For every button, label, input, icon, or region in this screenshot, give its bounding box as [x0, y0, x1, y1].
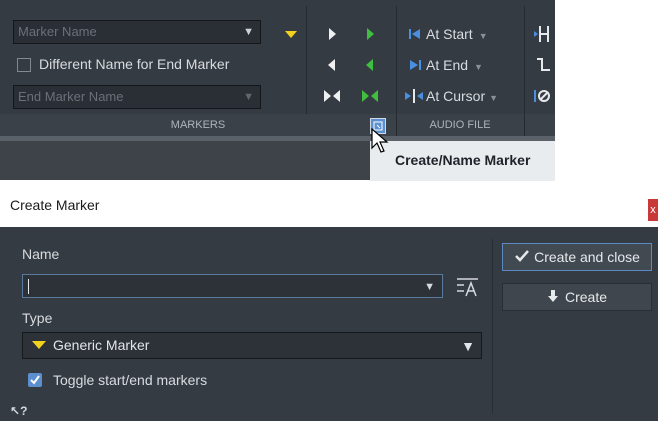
mouse-pointer-icon [371, 128, 389, 153]
close-icon: x [650, 204, 656, 216]
at-cursor-label: At Cursor [426, 88, 486, 104]
at-end-button[interactable]: At End ▼ [408, 55, 483, 75]
checkmark-icon [515, 250, 530, 262]
name-input[interactable]: ▼ [22, 274, 443, 298]
name-label: Name [22, 246, 60, 262]
chevron-down-icon[interactable]: ▼ [424, 276, 435, 298]
chevron-down-icon[interactable]: ▼ [461, 334, 475, 359]
toggle-markers-label: Toggle start/end markers [53, 372, 208, 388]
at-start-label: At Start [426, 26, 473, 42]
divider [492, 239, 493, 413]
create-marker-dialog: Create Marker x Name ▼ Type Generic Mark… [0, 187, 658, 421]
markers-group-label: MARKERS [170, 119, 226, 131]
chevron-down-icon[interactable]: ▼ [243, 86, 254, 108]
dialog-title: Create Marker [10, 197, 100, 213]
help-glyph: ? [20, 404, 28, 418]
loop-region-icon[interactable] [360, 86, 380, 106]
trim-icon[interactable] [534, 55, 554, 75]
different-name-checkbox[interactable] [17, 58, 31, 72]
text-caret [28, 279, 29, 294]
type-label: Type [22, 310, 53, 326]
dropdown-arrow-icon[interactable]: ▼ [489, 93, 498, 103]
close-button[interactable]: x [648, 199, 658, 221]
toggle-markers-checkbox[interactable] [28, 373, 42, 387]
at-start-button[interactable]: At Start ▼ [408, 24, 488, 44]
auto-name-icon[interactable] [456, 275, 480, 297]
end-marker-name-combo[interactable]: End Marker Name ▼ [13, 85, 261, 109]
tooltip-text: Create/Name Marker [395, 152, 531, 168]
divider [524, 114, 525, 136]
loop-end-icon[interactable] [360, 55, 380, 75]
generic-marker-icon [32, 341, 46, 349]
arrow-down-icon [547, 290, 558, 302]
create-button[interactable]: Create [502, 283, 652, 311]
create-and-close-label: Create and close [534, 249, 640, 265]
different-name-label: Different Name for End Marker [39, 56, 230, 72]
cursor-position-icon [405, 89, 423, 103]
tooltip: Create/Name Marker [370, 141, 555, 181]
at-cursor-button[interactable]: At Cursor ▼ [404, 86, 498, 106]
dropdown-arrow-icon[interactable]: ▼ [479, 31, 488, 41]
dropdown-arrow-icon[interactable]: ▼ [474, 62, 483, 72]
type-select[interactable]: Generic Marker ▼ [22, 332, 482, 359]
different-name-checkbox-row[interactable]: Different Name for End Marker [17, 53, 229, 75]
at-end-label: At End [426, 57, 469, 73]
loop-start-icon[interactable] [360, 24, 380, 44]
workspace-strip [0, 141, 370, 180]
create-and-close-button[interactable]: Create and close [502, 243, 652, 271]
start-marker-icon[interactable] [322, 24, 342, 44]
checkmark-icon [30, 375, 40, 385]
chevron-down-icon[interactable]: ▼ [243, 21, 254, 43]
end-marker-icon[interactable] [322, 55, 342, 75]
divider [396, 114, 397, 136]
generic-marker-icon[interactable] [281, 24, 301, 44]
silence-icon[interactable] [532, 86, 552, 106]
create-label: Create [564, 289, 608, 305]
go-to-end-icon [410, 60, 421, 70]
marker-name-placeholder: Marker Name [18, 24, 97, 39]
go-to-start-icon [409, 29, 420, 39]
dialog-titlebar: Create Marker x [0, 187, 658, 227]
divider [306, 6, 307, 114]
split-icon[interactable] [534, 24, 554, 44]
help-cursor-icon[interactable]: ↖? [10, 404, 27, 418]
type-select-value: Generic Marker [53, 337, 150, 353]
audio-file-group-label: AUDIO FILE [429, 119, 491, 131]
start-end-marker-icon[interactable] [322, 86, 342, 106]
marker-name-combo[interactable]: Marker Name ▼ [13, 20, 261, 44]
end-marker-name-placeholder: End Marker Name [18, 89, 124, 104]
